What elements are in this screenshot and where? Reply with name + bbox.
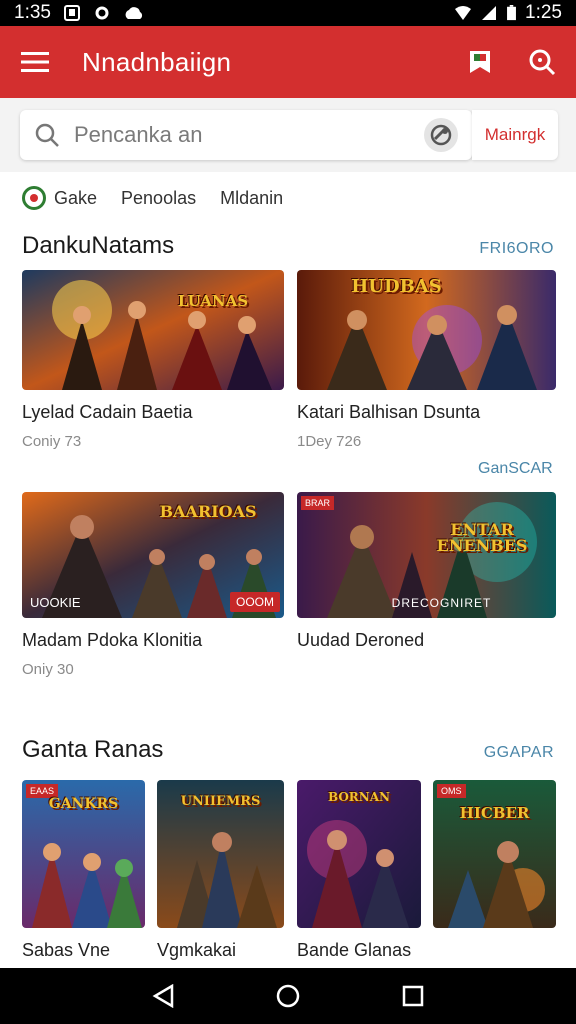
game-title: Madam Pdoka Klonitia	[22, 630, 203, 650]
voice-search-icon	[430, 124, 452, 146]
game-card[interactable]: LUANAS Lyelad Cadain Baetia Coniy 73	[22, 270, 284, 450]
bookmark-button[interactable]	[464, 46, 496, 78]
game-card[interactable]: UNIIEMRS Vgmkakai	[157, 780, 284, 961]
cloud-icon	[125, 7, 143, 19]
section-more-link[interactable]: GGAPAR	[484, 744, 554, 762]
app-title: Nnadnbaiign	[82, 46, 232, 77]
home-circle-icon	[276, 984, 300, 1008]
section-header: Ganta Ranas GGAPAR	[22, 736, 554, 764]
section-title: Ganta Ranas	[22, 736, 164, 763]
game-thumbnail: BAARIOAS UOOKIE OOOM	[22, 492, 284, 618]
section-header: DankuNatams FRI6ORO	[22, 232, 554, 260]
hamburger-menu-icon	[21, 52, 49, 72]
voice-search-button[interactable]	[424, 118, 458, 152]
tab-mldanin[interactable]: Mldanin	[220, 188, 283, 209]
game-thumbnail: LUANAS	[22, 270, 284, 390]
notification-icon	[63, 5, 80, 21]
game-thumbnail: BRAR ENTAR ENENBES DRECOGNIRET	[297, 492, 556, 618]
search-button[interactable]	[526, 46, 558, 78]
wifi-icon	[455, 6, 472, 20]
section-title: DankuNatams	[22, 232, 175, 259]
search-submit-button[interactable]: Mainrgk	[472, 110, 558, 160]
game-caption: DRECOGNIRET	[391, 596, 492, 610]
search-input[interactable]	[74, 122, 394, 148]
tab-label: Penoolas	[121, 187, 197, 208]
game-meta: 1Dey 726	[297, 433, 362, 450]
game-thumbnail: BORNAN	[297, 780, 421, 928]
game-logo: BAARIOAS	[159, 502, 257, 521]
game-title: Bande Glanas	[297, 940, 412, 960]
tab-label: Mldanin	[220, 187, 284, 208]
game-title: Vgmkakai	[157, 940, 237, 960]
game-thumbnail: OMS HICBER	[433, 780, 556, 928]
game-card[interactable]: HUDBAS Katari Balhisan Dsunta 1Dey 726	[297, 270, 556, 450]
game-thumbnail: EAAS GANKRS	[22, 780, 145, 928]
game-card[interactable]: EAAS GANKRS Sabas Vne	[22, 780, 145, 961]
corner-badge: OMS	[437, 784, 466, 798]
recents-button[interactable]	[391, 974, 435, 1018]
corner-badge: BRAR	[301, 496, 335, 510]
game-logo: GANKRS	[48, 796, 119, 812]
signal-icon	[482, 6, 497, 20]
game-logo: ENTAR ENENBES	[436, 520, 528, 555]
status-bar: 1:35 1:25	[0, 0, 576, 26]
search-row: Mainrgk	[0, 98, 576, 172]
bookmark-flag-icon	[470, 51, 490, 73]
game-title: Lyelad Cadain Baetia	[22, 402, 193, 422]
filter-tabs: Gake Penoolas Mldanin	[0, 180, 576, 216]
publisher-mark: UOOKIE	[30, 595, 81, 610]
game-thumbnail: HUDBAS	[297, 270, 556, 390]
system-nav-bar	[0, 968, 576, 1024]
game-logo: UNIIEMRS	[180, 794, 261, 809]
home-button[interactable]	[266, 974, 310, 1018]
game-card[interactable]: OMS HICBER	[433, 780, 556, 940]
menu-button[interactable]	[18, 45, 52, 79]
game-title: Uudad Deroned	[297, 630, 425, 650]
tab-gake[interactable]: Gake	[22, 186, 97, 210]
game-logo: HUDBAS	[351, 276, 442, 297]
back-button[interactable]	[141, 974, 185, 1018]
back-triangle-icon	[152, 984, 173, 1008]
tab-label: Gake	[54, 187, 98, 208]
game-meta: Coniy 73	[22, 433, 82, 450]
game-badge: OOOM	[230, 592, 280, 612]
battery-icon	[507, 5, 516, 21]
game-card[interactable]: BORNAN Bande Glanas	[297, 780, 421, 961]
game-card[interactable]: BAARIOAS UOOKIE OOOM Madam Pdoka Kloniti…	[22, 492, 284, 678]
game-title: Katari Balhisan Dsunta	[297, 402, 481, 422]
game-title: Sabas Vne	[22, 940, 111, 960]
game-card[interactable]: BRAR ENTAR ENENBES DRECOGNIRET Uudad Der…	[297, 492, 556, 661]
section-more-link[interactable]: FRI6ORO	[479, 240, 554, 258]
status-time-right: 1:25	[525, 2, 562, 23]
settings-icon	[95, 6, 109, 20]
search-icon	[35, 123, 59, 147]
status-time-left: 1:35	[14, 2, 51, 23]
game-logo: BORNAN	[327, 790, 391, 804]
app-bar: Nnadnbaiign	[0, 26, 576, 98]
game-meta: Oniy 30	[22, 661, 74, 678]
game-icon	[22, 186, 46, 210]
game-logo: LUANAS	[177, 292, 249, 310]
recents-square-icon	[403, 985, 424, 1007]
search-icon	[529, 49, 556, 76]
tab-penoolas[interactable]: Penoolas	[121, 188, 196, 209]
search-box	[20, 110, 472, 160]
game-thumbnail: UNIIEMRS	[157, 780, 284, 928]
section-sub-link[interactable]: GanSCAR	[478, 460, 553, 478]
game-logo: HICBER	[459, 804, 530, 822]
